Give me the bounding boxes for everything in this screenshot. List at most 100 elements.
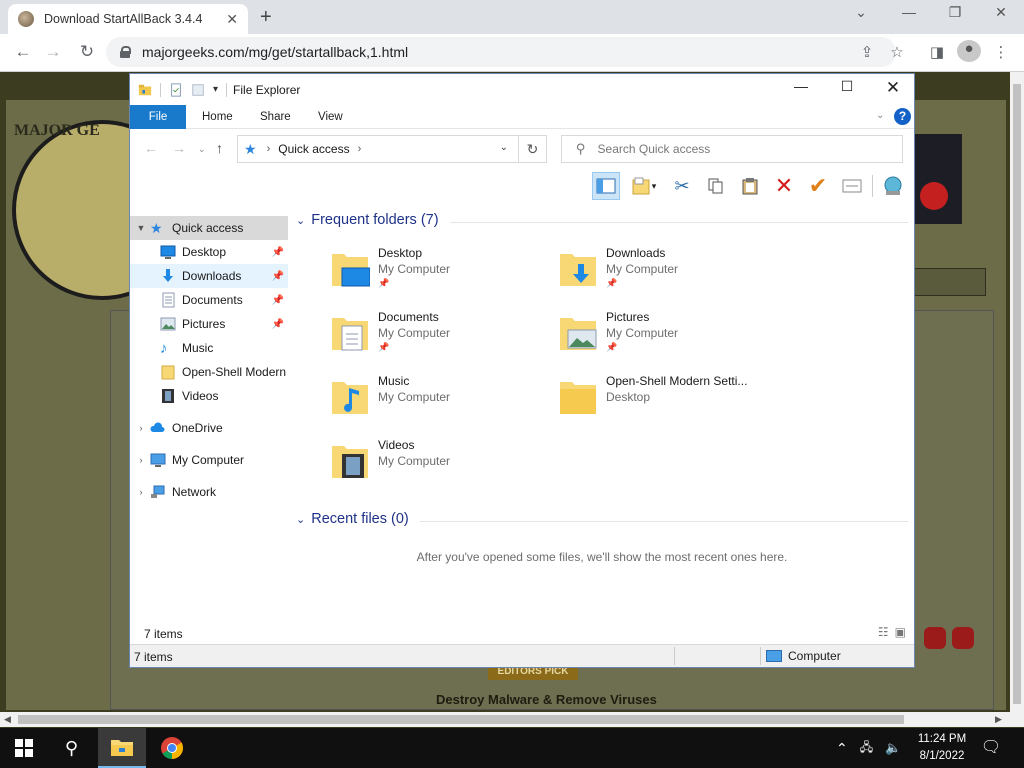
expand-chevron-icon[interactable]: ▼ (132, 223, 150, 233)
new-folder-icon[interactable] (191, 83, 205, 97)
scroll-left-icon[interactable]: ◀ (4, 714, 11, 725)
taskbar-chrome[interactable] (148, 728, 196, 768)
chevron-down-icon[interactable]: ⌄ (838, 4, 884, 21)
taskbar-file-explorer[interactable] (98, 728, 146, 768)
search-input[interactable]: ⚲ Search Quick access (561, 135, 903, 163)
folder-tile-pictures[interactable]: Pictures My Computer 📌 (558, 310, 778, 370)
nav-item-music[interactable]: ♪ Music (130, 336, 288, 360)
forward-button[interactable]: → (172, 140, 186, 156)
group-header-recent[interactable]: ⌄ Recent files (0) (296, 511, 409, 527)
nav-item-onedrive[interactable]: › OneDrive (130, 416, 288, 440)
properties-icon[interactable] (838, 172, 866, 200)
scrollbar-thumb[interactable] (18, 715, 904, 724)
youtube-icon[interactable] (952, 627, 974, 649)
collapse-chevron-icon[interactable]: ⌄ (296, 214, 305, 227)
new-tab-button[interactable]: + (260, 6, 272, 29)
expand-chevron-icon[interactable]: › (132, 455, 150, 465)
minimize-button[interactable]: — (778, 78, 824, 102)
folder-tile-documents[interactable]: Documents My Computer 📌 (330, 310, 550, 370)
forward-button[interactable]: → (42, 42, 64, 62)
folder-tile-videos[interactable]: Videos My Computer (330, 438, 550, 498)
help-icon[interactable]: ? (894, 108, 911, 125)
close-window-button[interactable]: ✕ (978, 4, 1024, 21)
explorer-title-bar[interactable]: ▾ File Explorer — ☐ ✕ (130, 74, 914, 105)
nav-item-quick-access[interactable]: ▼ ★ Quick access (130, 216, 288, 240)
page-horizontal-scrollbar[interactable]: ◀ ▶ (0, 712, 1010, 727)
pin-icon[interactable]: 📌 (272, 247, 284, 258)
tab-view[interactable]: View (304, 105, 357, 129)
breadcrumb-chevron-icon[interactable]: › (267, 143, 271, 155)
nav-item-my-computer[interactable]: › My Computer (130, 448, 288, 472)
delete-icon[interactable]: ✕ (770, 172, 798, 200)
nav-item-network[interactable]: › Network (130, 480, 288, 504)
properties-icon[interactable] (169, 82, 183, 97)
explorer-app-icon[interactable] (138, 83, 152, 97)
paste-icon[interactable] (736, 172, 764, 200)
scrollbar-thumb[interactable] (1013, 84, 1021, 704)
folder-tile-music[interactable]: Music My Computer (330, 374, 550, 434)
cut-icon[interactable]: ✂ (668, 172, 696, 200)
maximize-button[interactable]: ☐ (824, 78, 870, 102)
page-search-box[interactable] (912, 268, 986, 296)
folder-tile-downloads[interactable]: Downloads My Computer 📌 (558, 246, 778, 306)
show-hidden-icons-icon[interactable]: ⌃ (836, 740, 848, 757)
menu-icon[interactable]: ⋮ (990, 43, 1012, 61)
restore-button[interactable]: ❐ (932, 4, 978, 21)
breadcrumb-chevron-icon[interactable]: › (358, 143, 362, 155)
back-button[interactable]: ← (144, 140, 158, 156)
notification-icon[interactable]: 🗨 (980, 737, 1002, 759)
breadcrumb-quick-access[interactable]: Quick access (278, 142, 349, 156)
nav-item-desktop[interactable]: Desktop 📌 (130, 240, 288, 264)
layout-menu-button[interactable]: ▾ (626, 172, 662, 200)
up-button[interactable]: ↑ (216, 140, 223, 156)
address-bar[interactable]: majorgeeks.com/mg/get/startallback,1.htm… (106, 37, 896, 67)
network-globe-icon[interactable] (879, 172, 907, 200)
refresh-button[interactable]: ↻ (519, 135, 547, 163)
minimize-button[interactable]: — (886, 4, 932, 20)
browser-tab[interactable]: Download StartAllBack 3.4.4 ✕ (8, 4, 248, 34)
expand-chevron-icon[interactable]: › (132, 423, 150, 433)
tab-share[interactable]: Share (246, 105, 305, 129)
reload-button[interactable]: ↻ (76, 42, 98, 62)
ribbon-expand-icon[interactable]: ⌄ (876, 110, 884, 121)
expand-chevron-icon[interactable]: › (132, 487, 150, 497)
folder-tile-desktop[interactable]: Desktop My Computer 📌 (330, 246, 550, 306)
nav-item-documents[interactable]: Documents 📌 (130, 288, 288, 312)
instagram-icon[interactable] (924, 627, 946, 649)
details-view-icon[interactable]: ☷ (878, 625, 889, 639)
bookmark-star-icon[interactable]: ☆ (886, 43, 908, 61)
nav-item-videos[interactable]: Videos (130, 384, 288, 408)
pin-icon[interactable]: 📌 (272, 319, 284, 330)
pin-icon[interactable]: 📌 (272, 271, 284, 282)
nav-item-downloads[interactable]: Downloads 📌 (130, 264, 288, 288)
tab-file[interactable]: File (130, 105, 186, 129)
volume-icon[interactable]: 🔈 (885, 740, 901, 756)
recent-locations-icon[interactable]: ⌄ (198, 144, 206, 155)
close-tab-icon[interactable]: ✕ (226, 11, 238, 28)
qat-dropdown-icon[interactable]: ▾ (213, 84, 218, 95)
pin-icon[interactable]: 📌 (272, 295, 284, 306)
large-icons-view-icon[interactable]: ▣ (895, 625, 906, 639)
rename-check-icon[interactable]: ✔ (804, 172, 832, 200)
preview-pane-button[interactable] (592, 172, 620, 200)
page-vertical-scrollbar[interactable] (1010, 72, 1024, 727)
network-status-icon[interactable]: 🖧 (860, 738, 873, 759)
share-icon[interactable]: ⇪ (856, 43, 878, 61)
page-ad[interactable] (914, 134, 962, 224)
start-button[interactable] (0, 728, 48, 768)
nav-item-open-shell[interactable]: Open-Shell Modern (130, 360, 288, 384)
clock[interactable]: 11:24 PM 8/1/2022 (912, 731, 972, 765)
collapse-chevron-icon[interactable]: ⌄ (296, 513, 305, 526)
side-panel-icon[interactable]: ◨ (926, 43, 948, 61)
address-bar[interactable]: ★ › Quick access › ⌄ (237, 135, 519, 163)
copy-icon[interactable] (702, 172, 730, 200)
group-header-frequent[interactable]: ⌄ Frequent folders (7) (296, 212, 439, 228)
address-dropdown-icon[interactable]: ⌄ (500, 142, 508, 153)
folder-tile-open-shell[interactable]: Open-Shell Modern Setti... Desktop (558, 374, 778, 434)
profile-avatar-icon[interactable]: ● (957, 40, 981, 62)
close-button[interactable]: ✕ (870, 78, 916, 102)
scroll-right-icon[interactable]: ▶ (995, 714, 1002, 725)
nav-item-pictures[interactable]: Pictures 📌 (130, 312, 288, 336)
back-button[interactable]: ← (12, 42, 34, 62)
search-button[interactable]: ⚲ (48, 728, 96, 768)
